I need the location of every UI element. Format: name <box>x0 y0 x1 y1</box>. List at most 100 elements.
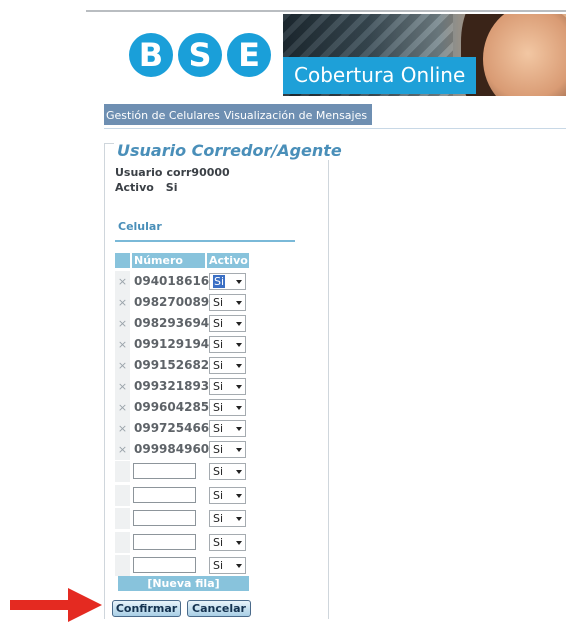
phone-number: 094018616 <box>134 274 210 288</box>
nav-item-gestion-celulares[interactable]: Gestión de Celulares <box>104 109 222 122</box>
activo-select-value: Si <box>213 275 226 288</box>
table-row: × 094018616 Si <box>115 271 250 292</box>
activo-select-value: Si <box>213 296 224 309</box>
activo-select[interactable]: Si <box>209 336 246 353</box>
panel-legend: Usuario Corredor/Agente <box>114 141 345 160</box>
banner-photo <box>483 14 566 96</box>
confirm-button[interactable]: Confirmar <box>112 600 181 617</box>
phone-number-input[interactable] <box>133 486 196 503</box>
table-row: × 099321893 Si <box>115 376 250 397</box>
table-row: × 099604285 Si <box>115 397 250 418</box>
phone-number: 098270089 <box>134 295 210 309</box>
column-header-activo: Activo <box>207 253 249 268</box>
activo-select[interactable]: Si <box>209 463 246 480</box>
activo-value: Si <box>165 181 178 194</box>
phone-number: 099725466 <box>134 421 210 435</box>
dropdown-arrow-icon <box>236 280 242 284</box>
remove-row-icon[interactable]: × <box>115 439 130 460</box>
column-header-numero: Número <box>132 253 205 268</box>
remove-row-icon[interactable]: × <box>115 397 130 418</box>
table-row: × 099129194 Si <box>115 334 250 355</box>
remove-row-icon[interactable]: × <box>115 292 130 313</box>
table-row: × 099725466 Si <box>115 418 250 439</box>
empty-cell <box>115 555 130 576</box>
activo-select[interactable]: Si <box>209 399 246 416</box>
activo-select[interactable]: Si <box>209 420 246 437</box>
activo-select[interactable]: Si <box>209 273 246 290</box>
table-row-new: Si <box>115 531 250 553</box>
red-arrow-icon <box>10 588 102 622</box>
dropdown-arrow-icon <box>236 540 242 545</box>
empty-cell <box>115 484 130 506</box>
activo-select-value: Si <box>213 380 224 393</box>
logo-letter: E <box>227 33 271 77</box>
phone-number: 099604285 <box>134 400 210 414</box>
usuario-value: corr90000 <box>166 166 230 179</box>
phone-number-input[interactable] <box>133 510 196 526</box>
activo-select-value: Si <box>213 338 224 351</box>
new-row-button[interactable]: [Nueva fila] <box>118 576 249 591</box>
remove-row-icon[interactable]: × <box>115 271 130 292</box>
phone-number-input[interactable] <box>133 557 196 573</box>
table-row: × 099984960 Si <box>115 439 250 460</box>
phone-number-input[interactable] <box>133 533 196 550</box>
activo-select-value: Si <box>213 359 224 372</box>
phone-number: 099984960 <box>134 442 210 456</box>
activo-select[interactable]: Si <box>209 357 246 374</box>
activo-select[interactable]: Si <box>209 557 246 574</box>
table-row: × 098270089 Si <box>115 292 250 313</box>
activo-select[interactable]: Si <box>209 294 246 311</box>
activo-select[interactable]: Si <box>209 441 246 458</box>
section-divider <box>115 240 295 242</box>
activo-select[interactable]: Si <box>209 486 246 504</box>
activo-select-value: Si <box>213 559 224 572</box>
activo-select[interactable]: Si <box>209 533 246 551</box>
remove-row-icon[interactable]: × <box>115 355 130 376</box>
remove-row-icon[interactable]: × <box>115 418 130 439</box>
usuario-label: Usuario <box>115 166 163 179</box>
phone-number: 099129194 <box>134 337 210 351</box>
dropdown-arrow-icon <box>236 448 242 452</box>
dropdown-arrow-icon <box>236 322 242 326</box>
usuario-row: Usuario corr90000 <box>115 166 230 179</box>
phone-number: 099152682 <box>134 358 210 372</box>
remove-row-icon[interactable]: × <box>115 313 130 334</box>
dropdown-arrow-icon <box>236 427 242 431</box>
activo-select[interactable]: Si <box>209 510 246 527</box>
bse-logo: B S E <box>104 18 281 94</box>
activo-select[interactable]: Si <box>209 315 246 332</box>
section-title-celular: Celular <box>118 220 162 233</box>
logo-letter: S <box>178 33 222 77</box>
activo-row: Activo Si <box>115 181 178 194</box>
dropdown-arrow-icon <box>236 493 242 498</box>
table-row-new: Si <box>115 508 250 529</box>
activo-select-value: Si <box>213 512 224 525</box>
table-row-new: Si <box>115 555 250 576</box>
activo-select[interactable]: Si <box>209 378 246 395</box>
dropdown-arrow-icon <box>236 517 242 521</box>
dropdown-arrow-icon <box>236 564 242 568</box>
header-banner: Cobertura Online <box>283 14 566 96</box>
empty-cell <box>115 531 130 553</box>
dropdown-arrow-icon <box>236 406 242 410</box>
remove-row-icon[interactable]: × <box>115 376 130 397</box>
dropdown-arrow-icon <box>236 385 242 389</box>
activo-label: Activo <box>115 181 154 194</box>
table-row: × 098293694 Si <box>115 313 250 334</box>
logo-letter: B <box>129 33 173 77</box>
activo-select-value: Si <box>213 443 224 456</box>
table-row-new: Si <box>115 484 250 506</box>
cancel-button[interactable]: Cancelar <box>187 600 251 617</box>
header-spacer <box>115 253 130 268</box>
empty-cell <box>115 461 130 482</box>
activo-select-value: Si <box>213 401 224 414</box>
phone-number-input[interactable] <box>133 463 196 479</box>
remove-row-icon[interactable]: × <box>115 334 130 355</box>
nav-item-visualizacion-mensajes[interactable]: Visualización de Mensajes <box>222 109 369 122</box>
phone-number: 098293694 <box>134 316 210 330</box>
banner-title: Cobertura Online <box>283 57 476 94</box>
phone-number: 099321893 <box>134 379 210 393</box>
activo-select-value: Si <box>213 535 224 549</box>
empty-cell <box>115 508 130 529</box>
activo-select-value: Si <box>213 488 224 502</box>
